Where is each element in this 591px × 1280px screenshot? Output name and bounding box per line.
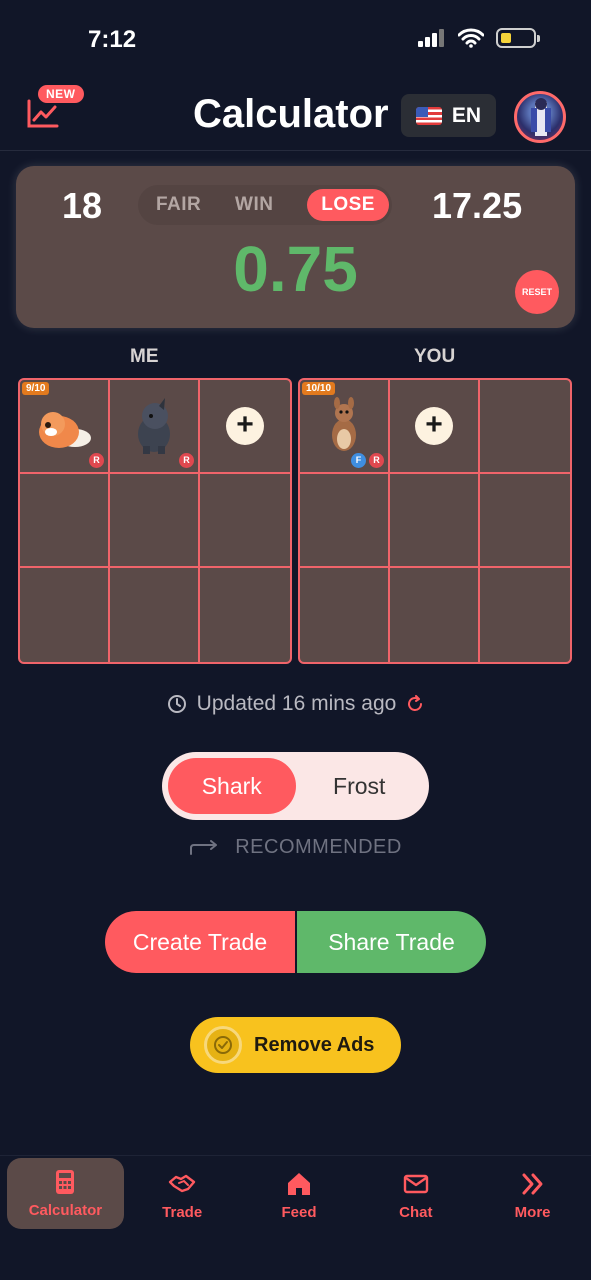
nav-trade[interactable]: Trade bbox=[124, 1156, 241, 1235]
reset-label: RESET bbox=[521, 287, 552, 297]
calculator-icon bbox=[56, 1170, 75, 1194]
avatar-image bbox=[531, 98, 551, 136]
new-badge: NEW bbox=[38, 85, 84, 103]
recommended-label: RECOMMENDED bbox=[235, 836, 402, 858]
badge-check-icon bbox=[204, 1026, 242, 1064]
grid-slot-add[interactable]: + bbox=[390, 380, 480, 474]
refresh-icon[interactable] bbox=[406, 695, 424, 713]
page-title: Calculator bbox=[193, 92, 389, 136]
rhino-pet-icon bbox=[138, 398, 170, 454]
value-source-toggle: Shark Frost bbox=[162, 752, 429, 820]
home-icon bbox=[287, 1173, 310, 1195]
me-trade-grid: 9/10 R R + bbox=[18, 378, 292, 664]
mail-icon bbox=[403, 1174, 428, 1194]
updated-text: Updated 16 mins ago bbox=[196, 692, 397, 715]
fly-badge: F bbox=[351, 453, 366, 468]
grid-slot[interactable] bbox=[390, 568, 480, 662]
grid-slot[interactable] bbox=[110, 568, 200, 662]
mode-win: WIN bbox=[235, 194, 274, 215]
chevrons-right-icon bbox=[522, 1173, 543, 1195]
you-trade-grid: 10/10 F R + bbox=[298, 378, 572, 664]
remove-ads-button[interactable]: Remove Ads bbox=[190, 1017, 401, 1073]
mode-lose: LOSE bbox=[307, 189, 389, 221]
grid-slot[interactable] bbox=[480, 568, 570, 662]
handshake-icon bbox=[168, 1174, 196, 1193]
grid-slot[interactable] bbox=[480, 380, 570, 474]
grid-slot[interactable] bbox=[390, 474, 480, 568]
grid-slot[interactable] bbox=[20, 568, 110, 662]
toggle-frost[interactable]: Frost bbox=[296, 758, 424, 814]
red-panda-pet-icon bbox=[39, 412, 91, 448]
bottom-nav: Calculator Trade Feed Chat More bbox=[0, 1155, 591, 1235]
recommended-hint: RECOMMENDED bbox=[0, 836, 591, 859]
share-trade-button[interactable]: Share Trade bbox=[297, 911, 486, 973]
arrow-icon bbox=[190, 839, 218, 855]
nav-more[interactable]: More bbox=[474, 1156, 591, 1235]
grid-slot[interactable] bbox=[20, 474, 110, 568]
item-count-badge: 9/10 bbox=[22, 382, 50, 395]
nav-calculator[interactable]: Calculator bbox=[7, 1158, 124, 1229]
grid-slot[interactable] bbox=[480, 474, 570, 568]
grid-slot[interactable] bbox=[300, 568, 390, 662]
grid-slot-add[interactable]: + bbox=[200, 380, 290, 474]
kangaroo-pet-icon bbox=[332, 397, 356, 451]
me-label: ME bbox=[130, 346, 159, 367]
add-pet-icon[interactable]: + bbox=[226, 407, 264, 445]
grid-slot[interactable]: 10/10 F R bbox=[300, 380, 390, 474]
add-pet-icon[interactable]: + bbox=[415, 407, 453, 445]
reset-button[interactable]: RESET bbox=[515, 270, 559, 314]
nav-label: More bbox=[514, 1204, 551, 1221]
language-selector[interactable]: EN bbox=[401, 94, 496, 137]
battery-icon bbox=[496, 28, 540, 48]
signal-icon bbox=[418, 29, 444, 47]
value-difference: 0.75 bbox=[233, 233, 358, 305]
grid-slot[interactable]: R bbox=[110, 380, 200, 474]
remove-ads-label: Remove Ads bbox=[254, 1033, 375, 1056]
nav-label: Trade bbox=[162, 1204, 203, 1221]
mode-fair: FAIR bbox=[156, 194, 202, 215]
nav-feed[interactable]: Feed bbox=[241, 1156, 358, 1235]
grid-slot[interactable]: 9/10 R bbox=[20, 380, 110, 474]
last-updated: Updated 16 mins ago bbox=[0, 692, 591, 716]
avatar[interactable] bbox=[514, 91, 566, 143]
language-label: EN bbox=[451, 103, 482, 127]
nav-label: Calculator bbox=[28, 1202, 103, 1219]
nav-label: Feed bbox=[281, 1204, 317, 1221]
item-count-badge: 10/10 bbox=[302, 382, 336, 395]
status-icons bbox=[418, 28, 540, 48]
your-value: 17.25 bbox=[432, 185, 523, 226]
wifi-icon bbox=[458, 28, 484, 48]
rideable-badge: R bbox=[89, 453, 104, 468]
grid-slot[interactable] bbox=[110, 474, 200, 568]
create-trade-button[interactable]: Create Trade bbox=[105, 911, 295, 973]
you-label: YOU bbox=[414, 346, 456, 367]
clock-icon bbox=[167, 695, 186, 713]
my-value: 18 bbox=[62, 185, 103, 226]
result-mode-selector: FAIR WIN LOSE bbox=[138, 185, 392, 225]
nav-label: Chat bbox=[399, 1204, 433, 1221]
us-flag-icon bbox=[415, 106, 442, 125]
nav-chat[interactable]: Chat bbox=[357, 1156, 474, 1235]
rideable-badge: R bbox=[179, 453, 194, 468]
status-time: 7:12 bbox=[88, 26, 137, 53]
grid-slot[interactable] bbox=[300, 474, 390, 568]
grid-slot[interactable] bbox=[200, 568, 290, 662]
rideable-badge: R bbox=[369, 453, 384, 468]
toggle-shark[interactable]: Shark bbox=[168, 758, 296, 814]
header-divider bbox=[0, 150, 591, 151]
grid-slot[interactable] bbox=[200, 474, 290, 568]
